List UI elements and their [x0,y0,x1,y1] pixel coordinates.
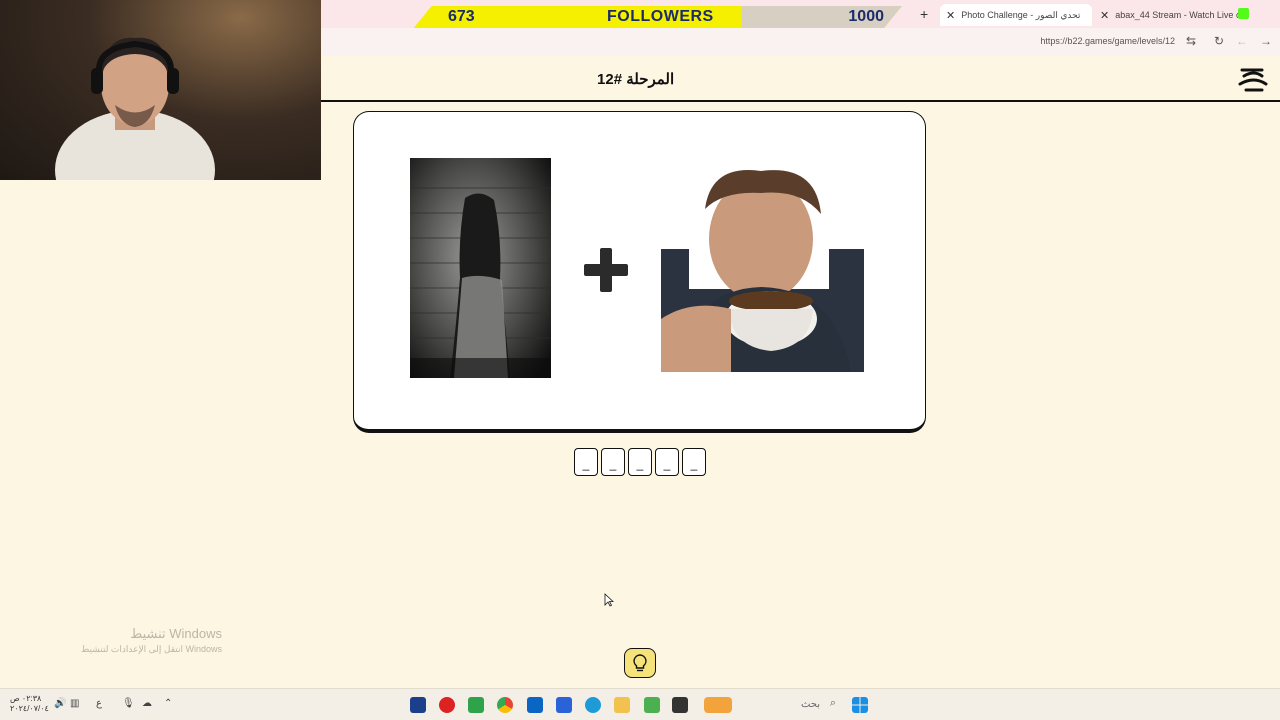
taskbar-clock[interactable]: ٠٢:٣٨ ص ٢٠٢٤/٠٧/٠٤ [10,694,49,714]
answer-slot[interactable]: _ [628,448,652,476]
url-text[interactable]: https://b22.games/game/levels/12 [1040,36,1175,46]
show-hidden-icons-icon[interactable]: ⌃ [164,698,172,709]
microphone-icon[interactable]: 🎙 [122,698,135,709]
back-icon[interactable]: ← [1236,34,1248,48]
followers-label: FOLLOWERS [607,8,714,25]
kick-favicon-icon [1238,8,1249,19]
answer-slot[interactable]: _ [655,448,679,476]
reload-icon[interactable]: ↻ [1214,34,1224,48]
language-icon[interactable]: ع [96,698,102,709]
file-explorer-icon[interactable] [614,697,630,713]
answer-slots: _ _ _ _ _ [574,448,706,476]
activation-subtitle: انتقل إلى الإعدادات لتنشيط Windows [80,644,222,654]
lightbulb-icon [633,654,647,672]
address-bar[interactable]: https://b22.games/game/levels/12 ⇆ ↻ ← → [321,28,1280,56]
tab-title: Photo Challenge - تحدي الصور [961,9,1081,20]
ghost-girl-photo [410,158,551,378]
search-placeholder: بحث [800,699,820,710]
webcam-overlay [0,0,321,180]
level-title: المرحلة #12 [597,71,675,88]
answer-slot[interactable]: _ [574,448,598,476]
forward-icon[interactable]: → [1260,34,1272,48]
store-icon[interactable] [556,697,572,713]
hint-button[interactable] [624,648,656,678]
followers-goal: 1000 [848,8,884,25]
man-drinking-coffee-photo [661,169,864,372]
windows-activation-watermark: تنشيط Windows انتقل إلى الإعدادات لتنشيط… [60,626,222,655]
app-icon[interactable] [468,697,484,713]
answer-slot[interactable]: _ [682,448,706,476]
onedrive-icon[interactable]: ☁ [142,698,152,709]
game-header: المرحلة #12 [321,58,1280,102]
chrome-icon[interactable] [497,697,513,713]
puzzle-card [353,111,926,433]
followers-goal-bar: 673 FOLLOWERS 1000 [412,6,902,30]
app-icon[interactable] [644,697,660,713]
network-icon[interactable]: ▥ [70,698,79,709]
terminal-icon[interactable] [672,697,688,713]
tab-stream[interactable]: ✕ abax_44 Stream - Watch Live o [1100,4,1260,26]
site-settings-icon[interactable]: ⇆ [1186,34,1196,48]
followers-current: 673 [448,8,475,25]
mouse-cursor-icon [604,593,614,607]
clock-date: ٢٠٢٤/٠٧/٠٤ [10,704,49,713]
activation-title: تنشيط Windows [130,626,222,641]
outlook-icon[interactable] [527,697,543,713]
plus-icon [584,248,628,292]
close-tab-icon[interactable]: ✕ [946,9,955,22]
tab-title: abax_44 Stream - Watch Live o [1115,10,1241,20]
taskbar: ٠٢:٣٨ ص ٢٠٢٤/٠٧/٠٤ 🔊 ▥ ع 🎙 ☁ ⌃ بحث ⌕ [0,688,1280,720]
new-tab-icon[interactable]: + [920,6,928,22]
answer-slot[interactable]: _ [601,448,625,476]
steam-icon[interactable] [410,697,426,713]
tab-photo-challenge[interactable]: ✕ Photo Challenge - تحدي الصور [940,4,1092,26]
search-highlight-icon [704,697,732,713]
app-icon[interactable] [439,697,455,713]
windows-start-icon[interactable] [852,697,868,713]
volume-icon[interactable]: 🔊 [54,698,66,709]
close-tab-icon[interactable]: ✕ [1100,9,1109,22]
taskbar-search[interactable]: بحث ⌕ [700,695,840,715]
search-icon: ⌕ [829,697,836,709]
streamer-photo [55,37,215,180]
clock-time: ٠٢:٣٨ ص [10,694,42,703]
game-logo[interactable] [1236,64,1270,94]
edge-icon[interactable] [585,697,601,713]
